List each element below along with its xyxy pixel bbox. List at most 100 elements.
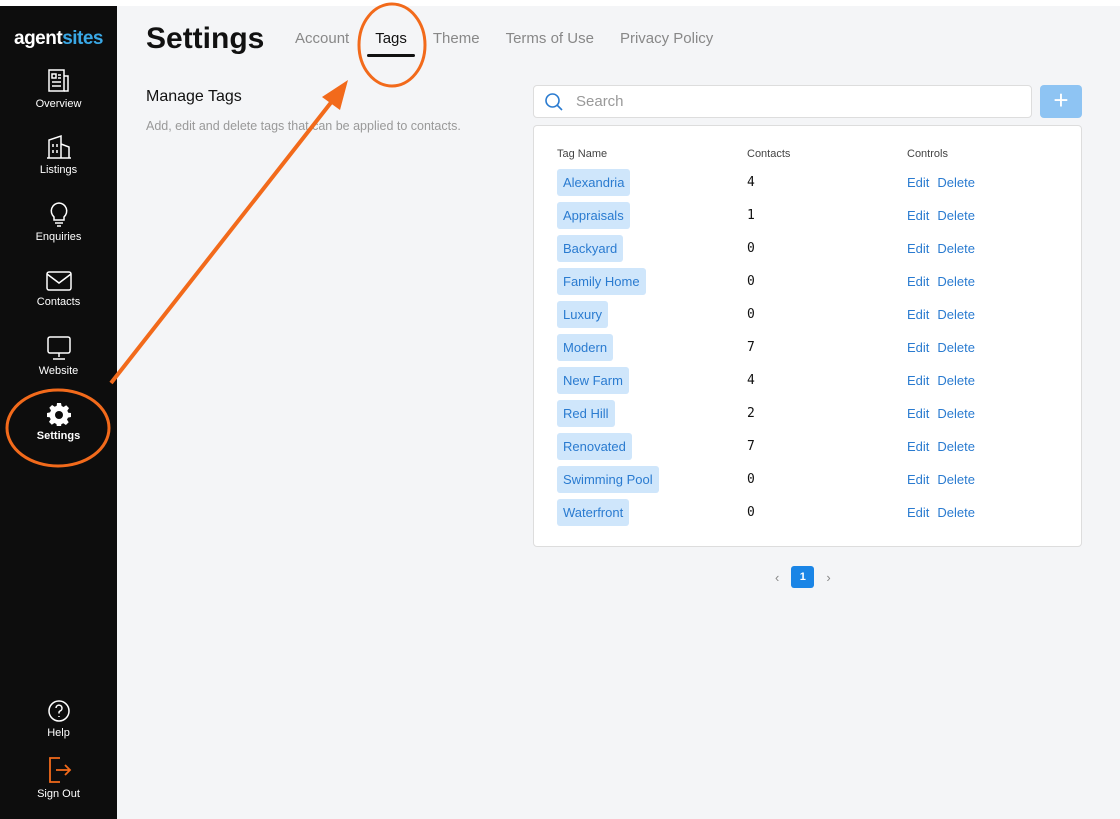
prev-page-button[interactable]: ‹ (775, 570, 779, 585)
edit-button[interactable]: Edit (907, 208, 929, 223)
tag-chip[interactable]: Modern (557, 334, 614, 361)
tag-chip[interactable]: Luxury (557, 301, 609, 328)
tag-chip[interactable]: Appraisals (557, 202, 630, 229)
page-1-button[interactable]: 1 (791, 566, 815, 588)
delete-button[interactable]: Delete (937, 340, 975, 355)
table-row: Luxury 0 Edit Delete (534, 301, 1081, 334)
edit-button[interactable]: Edit (907, 175, 929, 190)
newspaper-icon (47, 69, 69, 92)
tag-chip[interactable]: Alexandria (557, 169, 631, 196)
building-icon (46, 134, 71, 159)
delete-button[interactable]: Delete (937, 373, 975, 388)
sidebar-item-website[interactable]: Website (0, 335, 117, 377)
delete-button[interactable]: Delete (937, 274, 975, 289)
contacts-count: 4 (747, 175, 755, 190)
sidebar: agentsites Overview Listings Enquiries C… (0, 6, 117, 819)
tab-account[interactable]: Account (295, 30, 349, 57)
sidebar-label: Contacts (36, 296, 81, 308)
header-contacts: Contacts (747, 148, 791, 160)
contacts-count: 1 (747, 208, 755, 223)
delete-button[interactable]: Delete (937, 439, 975, 454)
contacts-count: 2 (747, 406, 755, 421)
logo-part2: sites (62, 28, 103, 49)
sign-out-icon (48, 757, 71, 783)
table-row: Family Home 0 Edit Delete (534, 268, 1081, 301)
tag-chip[interactable]: Backyard (557, 235, 624, 262)
contacts-count: 7 (747, 439, 755, 454)
tag-chip[interactable]: New Farm (557, 367, 629, 394)
question-icon (47, 700, 70, 722)
tab-tags[interactable]: Tags (367, 30, 415, 57)
logo-part1: agent (14, 28, 63, 49)
edit-button[interactable]: Edit (907, 439, 929, 454)
delete-button[interactable]: Delete (937, 175, 975, 190)
lightbulb-icon (50, 202, 67, 227)
search-input[interactable]: Search (533, 85, 1032, 118)
sidebar-item-enquiries[interactable]: Enquiries (0, 201, 117, 243)
table-row: Modern 7 Edit Delete (534, 334, 1081, 367)
envelope-icon (45, 271, 72, 291)
pagination: ‹ 1 › (775, 566, 831, 588)
delete-button[interactable]: Delete (937, 307, 975, 322)
contacts-count: 7 (747, 340, 755, 355)
edit-button[interactable]: Edit (907, 307, 929, 322)
logo[interactable]: agentsites (0, 28, 117, 50)
sidebar-item-listings[interactable]: Listings (0, 134, 117, 176)
add-tag-button[interactable]: + (1040, 85, 1082, 118)
tab-terms-of-use[interactable]: Terms of Use (506, 30, 594, 57)
contacts-count: 0 (747, 472, 755, 487)
sidebar-label: Sign Out (37, 788, 80, 800)
sidebar-item-help[interactable]: Help (0, 699, 117, 739)
sidebar-label: Listings (39, 164, 78, 176)
contacts-count: 4 (747, 373, 755, 388)
tab-theme[interactable]: Theme (433, 30, 480, 57)
sidebar-item-sign-out[interactable]: Sign Out (0, 756, 117, 800)
delete-button[interactable]: Delete (937, 505, 975, 520)
contacts-count: 0 (747, 241, 755, 256)
edit-button[interactable]: Edit (907, 274, 929, 289)
tag-chip[interactable]: Renovated (557, 433, 632, 460)
table-row: New Farm 4 Edit Delete (534, 367, 1081, 400)
sidebar-item-contacts[interactable]: Contacts (0, 270, 117, 308)
sidebar-label: Overview (35, 98, 82, 110)
tag-chip[interactable]: Family Home (557, 268, 646, 295)
edit-button[interactable]: Edit (907, 472, 929, 487)
tag-chip[interactable]: Red Hill (557, 400, 615, 427)
monitor-icon (46, 336, 71, 360)
delete-button[interactable]: Delete (937, 406, 975, 421)
table-row: Waterfront 0 Edit Delete (534, 499, 1081, 532)
search-placeholder: Search (576, 93, 624, 110)
contacts-count: 0 (747, 307, 755, 322)
table-row: Swimming Pool 0 Edit Delete (534, 466, 1081, 499)
table-row: Red Hill 2 Edit Delete (534, 400, 1081, 433)
table-row: Alexandria 4 Edit Delete (534, 169, 1081, 202)
sidebar-label: Settings (36, 430, 81, 442)
tag-chip[interactable]: Swimming Pool (557, 466, 659, 493)
app: agentsites Overview Listings Enquiries C… (0, 6, 1120, 819)
sidebar-item-settings[interactable]: Settings (0, 402, 117, 442)
tag-chip[interactable]: Waterfront (557, 499, 630, 526)
gear-icon (46, 403, 71, 426)
edit-button[interactable]: Edit (907, 241, 929, 256)
next-page-button[interactable]: › (826, 570, 830, 585)
delete-button[interactable]: Delete (937, 241, 975, 256)
sidebar-label: Enquiries (35, 231, 82, 243)
sidebar-label: Website (38, 365, 79, 377)
table-row: Backyard 0 Edit Delete (534, 235, 1081, 268)
edit-button[interactable]: Edit (907, 373, 929, 388)
delete-button[interactable]: Delete (937, 208, 975, 223)
header-tag-name: Tag Name (557, 148, 608, 160)
sidebar-item-overview[interactable]: Overview (0, 68, 117, 110)
contacts-count: 0 (747, 505, 755, 520)
edit-button[interactable]: Edit (907, 340, 929, 355)
sidebar-label: Help (47, 727, 70, 739)
edit-button[interactable]: Edit (907, 406, 929, 421)
page-title: Settings (146, 22, 265, 55)
tab-privacy-policy[interactable]: Privacy Policy (620, 30, 713, 57)
section-title: Manage Tags (146, 88, 242, 105)
header-controls: Controls (907, 148, 948, 160)
delete-button[interactable]: Delete (937, 472, 975, 487)
section-description: Add, edit and delete tags that can be ap… (146, 119, 461, 133)
edit-button[interactable]: Edit (907, 505, 929, 520)
table-row: Renovated 7 Edit Delete (534, 433, 1081, 466)
